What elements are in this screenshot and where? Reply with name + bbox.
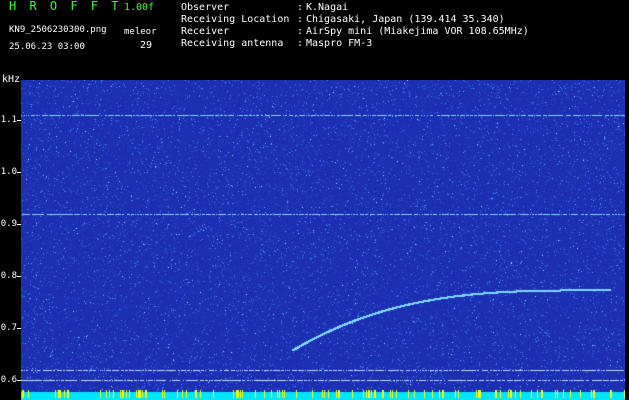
info-colon: :: [297, 38, 304, 49]
info-colon: :: [297, 14, 304, 25]
info-colon: :: [297, 26, 304, 37]
info-key-observer: Observer: [181, 2, 230, 13]
app-title: H R O F F T: [9, 0, 122, 13]
datetime-label: 25.06.23 03:00: [9, 42, 85, 52]
y-axis-label: kHz: [2, 74, 21, 85]
y-tick-label: 0.7: [0, 323, 17, 334]
y-tick-label: 0.9: [0, 219, 17, 230]
info-value-antenna: Maspro FM-3: [306, 38, 373, 49]
filename-label: KN9_2506230300.png: [9, 25, 107, 35]
spectrogram-canvas: [21, 80, 625, 400]
hrofft-window: H R O F F T 1.00f KN9_2506230300.png 25.…: [0, 0, 629, 400]
info-value-observer: K.Nagai: [306, 2, 349, 13]
info-value-location: Chigasaki, Japan (139.414 35.340): [306, 14, 505, 25]
info-key-antenna: Receiving antenna: [181, 38, 284, 49]
meleor-count: 29: [140, 40, 153, 51]
version-label: 1.00f: [124, 2, 155, 13]
y-tick-label: 0.6: [0, 375, 17, 386]
info-colon: :: [297, 2, 304, 13]
y-tick-label: 0.8: [0, 271, 17, 282]
info-key-location: Receiving Location: [181, 14, 290, 25]
meleor-label: meleor: [124, 27, 157, 37]
y-tick-label: 1.1: [0, 115, 17, 126]
spectrogram-plot: [21, 80, 625, 400]
info-value-receiver: AirSpy mini (Miakejima VOR 108.65MHz): [306, 26, 529, 37]
info-key-receiver: Receiver: [181, 26, 230, 37]
y-tick-label: 1.0: [0, 167, 17, 178]
